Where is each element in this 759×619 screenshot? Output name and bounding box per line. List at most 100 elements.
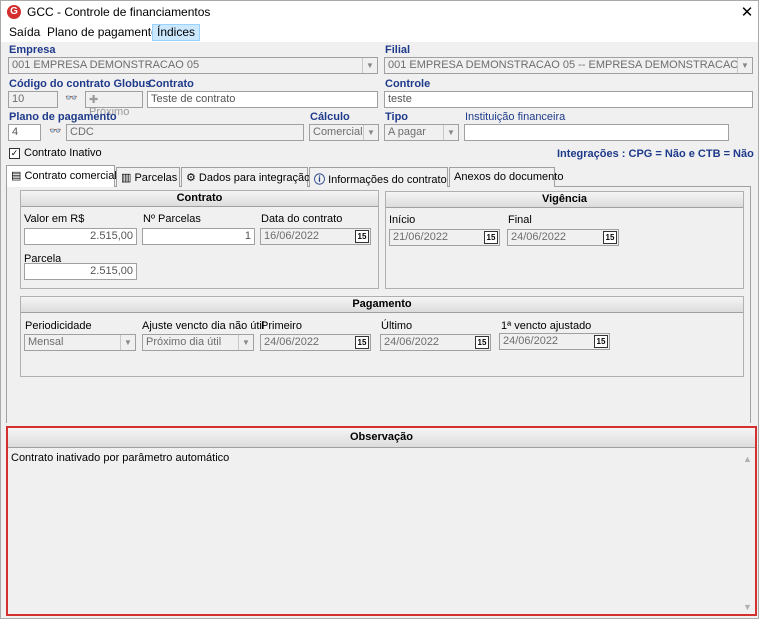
vigencia-panel-title: Vigência	[386, 192, 743, 208]
chevron-down-icon[interactable]: ▼	[363, 125, 378, 140]
calendar-icon[interactable]: 15	[603, 231, 617, 244]
filial-value: 001 EMPRESA DEMONSTRACAO 05 -- EMPRESA D…	[388, 59, 753, 71]
calendar-icon[interactable]: 15	[484, 231, 498, 244]
scroll-up-icon[interactable]: ▲	[743, 454, 752, 464]
proximo-button[interactable]: ✚ Próximo	[85, 91, 143, 118]
final-field[interactable]: 24/06/2022 15	[507, 229, 619, 246]
controle-label: Controle	[385, 78, 431, 90]
final-value: 24/06/2022	[511, 231, 567, 243]
plus-icon: ✚	[89, 94, 99, 106]
instituicao-label: Instituição financeira	[465, 111, 566, 123]
tipo-select[interactable]: A pagar ▼	[384, 124, 459, 141]
contrato-panel-title: Contrato	[21, 191, 378, 207]
calculo-value: Comercial	[313, 126, 363, 138]
data-contrato-label: Data do contrato	[261, 213, 343, 225]
pagamento-panel-title: Pagamento	[21, 297, 743, 313]
inativo-label: Contrato Inativo	[24, 147, 102, 159]
plano-code-field[interactable]: 4	[8, 124, 41, 141]
parcela-field[interactable]: 2.515,00	[24, 263, 137, 280]
scroll-down-icon[interactable]: ▼	[743, 602, 752, 612]
chevron-down-icon[interactable]: ▼	[443, 125, 458, 140]
periodicidade-select[interactable]: Mensal ▼	[24, 334, 136, 351]
empresa-select[interactable]: 001 EMPRESA DEMONSTRACAO 05 ▼	[8, 57, 378, 74]
ajustado-value: 24/06/2022	[503, 335, 559, 347]
empresa-value: 001 EMPRESA DEMONSTRACAO 05	[12, 59, 200, 71]
plano-name-field: CDC	[66, 124, 304, 141]
page-icon: ▥	[121, 172, 135, 184]
info-icon: ⓘ	[314, 174, 329, 186]
final-label: Final	[508, 214, 532, 226]
inicio-value: 21/06/2022	[393, 231, 449, 243]
calendar-icon[interactable]: 15	[355, 230, 369, 243]
close-icon[interactable]: ✕	[739, 3, 755, 21]
primeiro-value: 24/06/2022	[264, 336, 320, 348]
data-contrato-value: 16/06/2022	[264, 230, 320, 242]
plano-label: Plano de pagamento	[9, 111, 117, 123]
tab-label: Dados para integração	[198, 172, 311, 184]
chevron-down-icon[interactable]: ▼	[238, 335, 253, 350]
periodicidade-value: Mensal	[28, 336, 64, 348]
inicio-label: Início	[389, 214, 416, 226]
nparcelas-label: Nº Parcelas	[143, 213, 201, 225]
controle-field[interactable]: teste	[384, 91, 753, 108]
ajuste-select[interactable]: Próximo dia útil ▼	[142, 334, 254, 351]
instituicao-field[interactable]	[464, 124, 729, 141]
ultimo-value: 24/06/2022	[384, 336, 440, 348]
ajustado-label: 1ª vencto ajustado	[501, 320, 592, 332]
main-window: G GCC - Controle de financiamentos ✕ Saí…	[0, 0, 759, 619]
data-contrato-field[interactable]: 16/06/2022 15	[260, 228, 371, 245]
chevron-down-icon[interactable]: ▼	[362, 58, 377, 73]
document-icon: ▤	[11, 170, 25, 182]
tab-contrato-comercial[interactable]: ▤ Contrato comercial	[6, 165, 117, 187]
valor-label: Valor em R$	[24, 213, 85, 225]
tipo-label: Tipo	[385, 111, 409, 123]
calendar-icon[interactable]: 15	[355, 336, 369, 349]
ultimo-field[interactable]: 24/06/2022 15	[380, 334, 491, 351]
tipo-value: A pagar	[388, 126, 426, 138]
ultimo-label: Último	[381, 320, 413, 332]
binoculars-icon[interactable]: 👓	[49, 126, 61, 137]
filial-label: Filial	[385, 44, 411, 56]
calculo-select[interactable]: Comercial ▼	[309, 124, 379, 141]
periodicidade-label: Periodicidade	[25, 320, 92, 332]
menu-indices[interactable]: Índices	[152, 24, 201, 41]
menu-plano-pagamento[interactable]: Plano de pagamento	[43, 25, 162, 39]
chevron-down-icon[interactable]: ▼	[120, 335, 135, 350]
sync-icon: ⚙	[186, 172, 199, 184]
nparcelas-field[interactable]: 1	[142, 228, 255, 245]
menu-saida[interactable]: Saída	[5, 25, 44, 39]
contrato-field[interactable]: Teste de contrato	[147, 91, 378, 108]
window-title: GCC - Controle de financiamentos	[27, 5, 211, 19]
chevron-down-icon[interactable]: ▼	[737, 58, 752, 73]
tab-informacoes-contrato[interactable]: ⓘ Informações do contrato	[309, 167, 448, 187]
tab-label: Parcelas	[134, 172, 178, 184]
tab-dados-integracao[interactable]: ⚙ Dados para integração	[181, 167, 311, 187]
integracoes-status: Integrações : CPG = Não e CTB = Não	[557, 148, 754, 160]
ajuste-value: Próximo dia útil	[146, 336, 222, 348]
app-logo-icon: G	[7, 5, 21, 19]
ajuste-label: Ajuste vencto dia não útil	[142, 320, 265, 332]
inativo-checkbox[interactable]: ✓	[9, 148, 20, 159]
codigo-field[interactable]: 10	[8, 91, 58, 108]
calculo-label: Cálculo	[310, 111, 350, 123]
observacao-text: Contrato inativado por parâmetro automát…	[11, 452, 230, 464]
calendar-icon[interactable]: 15	[594, 335, 608, 348]
observacao-textarea[interactable]: Contrato inativado por parâmetro automát…	[8, 448, 755, 614]
observacao-title: Observação	[8, 428, 755, 448]
contrato-label: Contrato	[148, 78, 194, 90]
inicio-field[interactable]: 21/06/2022 15	[389, 229, 500, 246]
filial-select[interactable]: 001 EMPRESA DEMONSTRACAO 05 -- EMPRESA D…	[384, 57, 753, 74]
tab-parcelas[interactable]: ▥ Parcelas	[116, 167, 180, 187]
primeiro-field[interactable]: 24/06/2022 15	[260, 334, 371, 351]
codigo-label: Código do contrato Globus	[9, 78, 152, 90]
valor-field[interactable]: 2.515,00	[24, 228, 137, 245]
observacao-section: Observação Contrato inativado por parâme…	[6, 426, 757, 616]
ajustado-field[interactable]: 24/06/2022 15	[499, 333, 610, 350]
calendar-icon[interactable]: 15	[475, 336, 489, 349]
primeiro-label: Primeiro	[261, 320, 302, 332]
tab-label: Contrato comercial	[24, 170, 117, 182]
binoculars-icon[interactable]: 👓	[65, 93, 77, 104]
empresa-label: Empresa	[9, 44, 56, 56]
tab-label: Informações do contrato	[328, 174, 447, 186]
tab-anexos-documento[interactable]: Anexos do documento	[449, 167, 563, 187]
